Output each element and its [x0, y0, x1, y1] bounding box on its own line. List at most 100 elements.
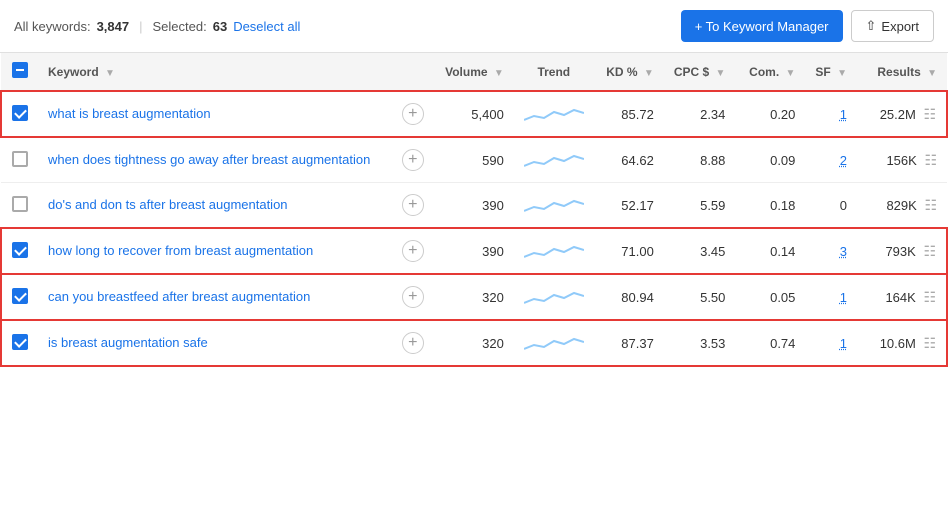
- row-checkbox[interactable]: [12, 288, 28, 304]
- sf-value: 0: [840, 198, 847, 213]
- table-row: how long to recover from breast augmenta…: [1, 228, 947, 274]
- results-icon: ☷: [923, 335, 936, 351]
- row-add-cell[interactable]: +: [392, 91, 434, 137]
- keyword-link[interactable]: do's and don ts after breast augmentatio…: [48, 197, 288, 212]
- row-checkbox-cell[interactable]: [1, 320, 38, 366]
- sf-link[interactable]: 3: [840, 244, 847, 259]
- table-row: is breast augmentation safe + 320 87.37 …: [1, 320, 947, 366]
- row-kd: 71.00: [594, 228, 664, 274]
- table-row: do's and don ts after breast augmentatio…: [1, 183, 947, 229]
- deselect-all-link[interactable]: Deselect all: [233, 19, 300, 34]
- header-results: Results ▼: [857, 53, 947, 91]
- sf-filter-icon[interactable]: ▼: [837, 68, 847, 79]
- row-add-cell[interactable]: +: [392, 137, 434, 183]
- add-keyword-button[interactable]: +: [402, 194, 424, 216]
- export-icon: ⇧: [866, 18, 877, 34]
- kd-filter-icon[interactable]: ▼: [644, 68, 654, 79]
- row-com: 0.14: [735, 228, 805, 274]
- cpc-filter-icon[interactable]: ▼: [716, 68, 726, 79]
- volume-filter-icon[interactable]: ▼: [494, 68, 504, 79]
- table-header-row: Keyword ▼ Volume ▼ Trend KD % ▼ CPC $ ▼ …: [1, 53, 947, 91]
- row-kd: 80.94: [594, 274, 664, 320]
- keyword-link[interactable]: what is breast augmentation: [48, 106, 211, 121]
- row-kd: 64.62: [594, 137, 664, 183]
- row-add-cell[interactable]: +: [392, 274, 434, 320]
- row-volume: 390: [434, 228, 514, 274]
- row-trend: [514, 274, 594, 320]
- header-checkbox-cell[interactable]: [1, 53, 38, 91]
- row-checkbox-cell[interactable]: [1, 228, 38, 274]
- row-checkbox[interactable]: [12, 105, 28, 121]
- export-button[interactable]: ⇧ Export: [851, 10, 934, 42]
- com-filter-icon[interactable]: ▼: [786, 68, 796, 79]
- row-checkbox-cell[interactable]: [1, 183, 38, 229]
- results-filter-icon[interactable]: ▼: [927, 68, 937, 79]
- row-results: 164K ☷: [857, 274, 947, 320]
- row-com: 0.74: [735, 320, 805, 366]
- row-com: 0.05: [735, 274, 805, 320]
- keyword-filter-icon[interactable]: ▼: [105, 68, 115, 79]
- row-add-cell[interactable]: +: [392, 228, 434, 274]
- separator: |: [139, 19, 142, 34]
- keyword-manager-label: + To Keyword Manager: [695, 19, 829, 34]
- row-trend: [514, 320, 594, 366]
- row-volume: 320: [434, 320, 514, 366]
- add-keyword-button[interactable]: +: [402, 240, 424, 262]
- row-sf: 1: [805, 320, 857, 366]
- row-volume: 320: [434, 274, 514, 320]
- row-checkbox[interactable]: [12, 334, 28, 350]
- row-add-cell[interactable]: +: [392, 320, 434, 366]
- export-label: Export: [881, 19, 919, 34]
- row-cpc: 8.88: [664, 137, 736, 183]
- row-com: 0.18: [735, 183, 805, 229]
- keyword-manager-button[interactable]: + To Keyword Manager: [681, 10, 843, 42]
- row-checkbox[interactable]: [12, 242, 28, 258]
- row-checkbox[interactable]: [12, 151, 28, 167]
- selected-label: Selected:: [153, 19, 207, 34]
- row-cpc: 2.34: [664, 91, 736, 137]
- keyword-link[interactable]: how long to recover from breast augmenta…: [48, 243, 313, 258]
- row-results: 10.6M ☷: [857, 320, 947, 366]
- all-keywords-label: All keywords:: [14, 19, 91, 34]
- row-kd: 85.72: [594, 91, 664, 137]
- row-checkbox-cell[interactable]: [1, 274, 38, 320]
- row-keyword-cell: do's and don ts after breast augmentatio…: [38, 183, 392, 229]
- sf-link[interactable]: 1: [840, 107, 847, 122]
- header-trend: Trend: [514, 53, 594, 91]
- keyword-link[interactable]: is breast augmentation safe: [48, 335, 208, 350]
- row-checkbox[interactable]: [12, 196, 28, 212]
- sf-link[interactable]: 1: [840, 336, 847, 351]
- select-all-checkbox[interactable]: [12, 62, 28, 78]
- add-keyword-button[interactable]: +: [402, 103, 424, 125]
- sf-link[interactable]: 2: [840, 153, 847, 168]
- row-sf: 1: [805, 91, 857, 137]
- row-results: 25.2M ☷: [857, 91, 947, 137]
- top-bar-right: + To Keyword Manager ⇧ Export: [681, 10, 934, 42]
- row-keyword-cell: when does tightness go away after breast…: [38, 137, 392, 183]
- keyword-link[interactable]: can you breastfeed after breast augmenta…: [48, 289, 310, 304]
- header-cpc: CPC $ ▼: [664, 53, 736, 91]
- top-bar-left: All keywords: 3,847 | Selected: 63 Desel…: [14, 19, 671, 34]
- row-add-cell[interactable]: +: [392, 183, 434, 229]
- row-checkbox-cell[interactable]: [1, 137, 38, 183]
- row-com: 0.09: [735, 137, 805, 183]
- row-volume: 590: [434, 137, 514, 183]
- header-volume: Volume ▼: [434, 53, 514, 91]
- results-icon: ☷: [924, 152, 937, 168]
- sf-link[interactable]: 1: [840, 290, 847, 305]
- row-trend: [514, 91, 594, 137]
- row-com: 0.20: [735, 91, 805, 137]
- add-keyword-button[interactable]: +: [402, 286, 424, 308]
- keyword-link[interactable]: when does tightness go away after breast…: [48, 152, 370, 167]
- table-row: what is breast augmentation + 5,400 85.7…: [1, 91, 947, 137]
- selected-count: 63: [213, 19, 227, 34]
- row-kd: 52.17: [594, 183, 664, 229]
- add-keyword-button[interactable]: +: [402, 149, 424, 171]
- row-checkbox-cell[interactable]: [1, 91, 38, 137]
- row-keyword-cell: how long to recover from breast augmenta…: [38, 228, 392, 274]
- add-keyword-button[interactable]: +: [402, 332, 424, 354]
- row-cpc: 5.59: [664, 183, 736, 229]
- top-bar: All keywords: 3,847 | Selected: 63 Desel…: [0, 0, 948, 53]
- header-keyword: Keyword ▼: [38, 53, 392, 91]
- row-keyword-cell: is breast augmentation safe: [38, 320, 392, 366]
